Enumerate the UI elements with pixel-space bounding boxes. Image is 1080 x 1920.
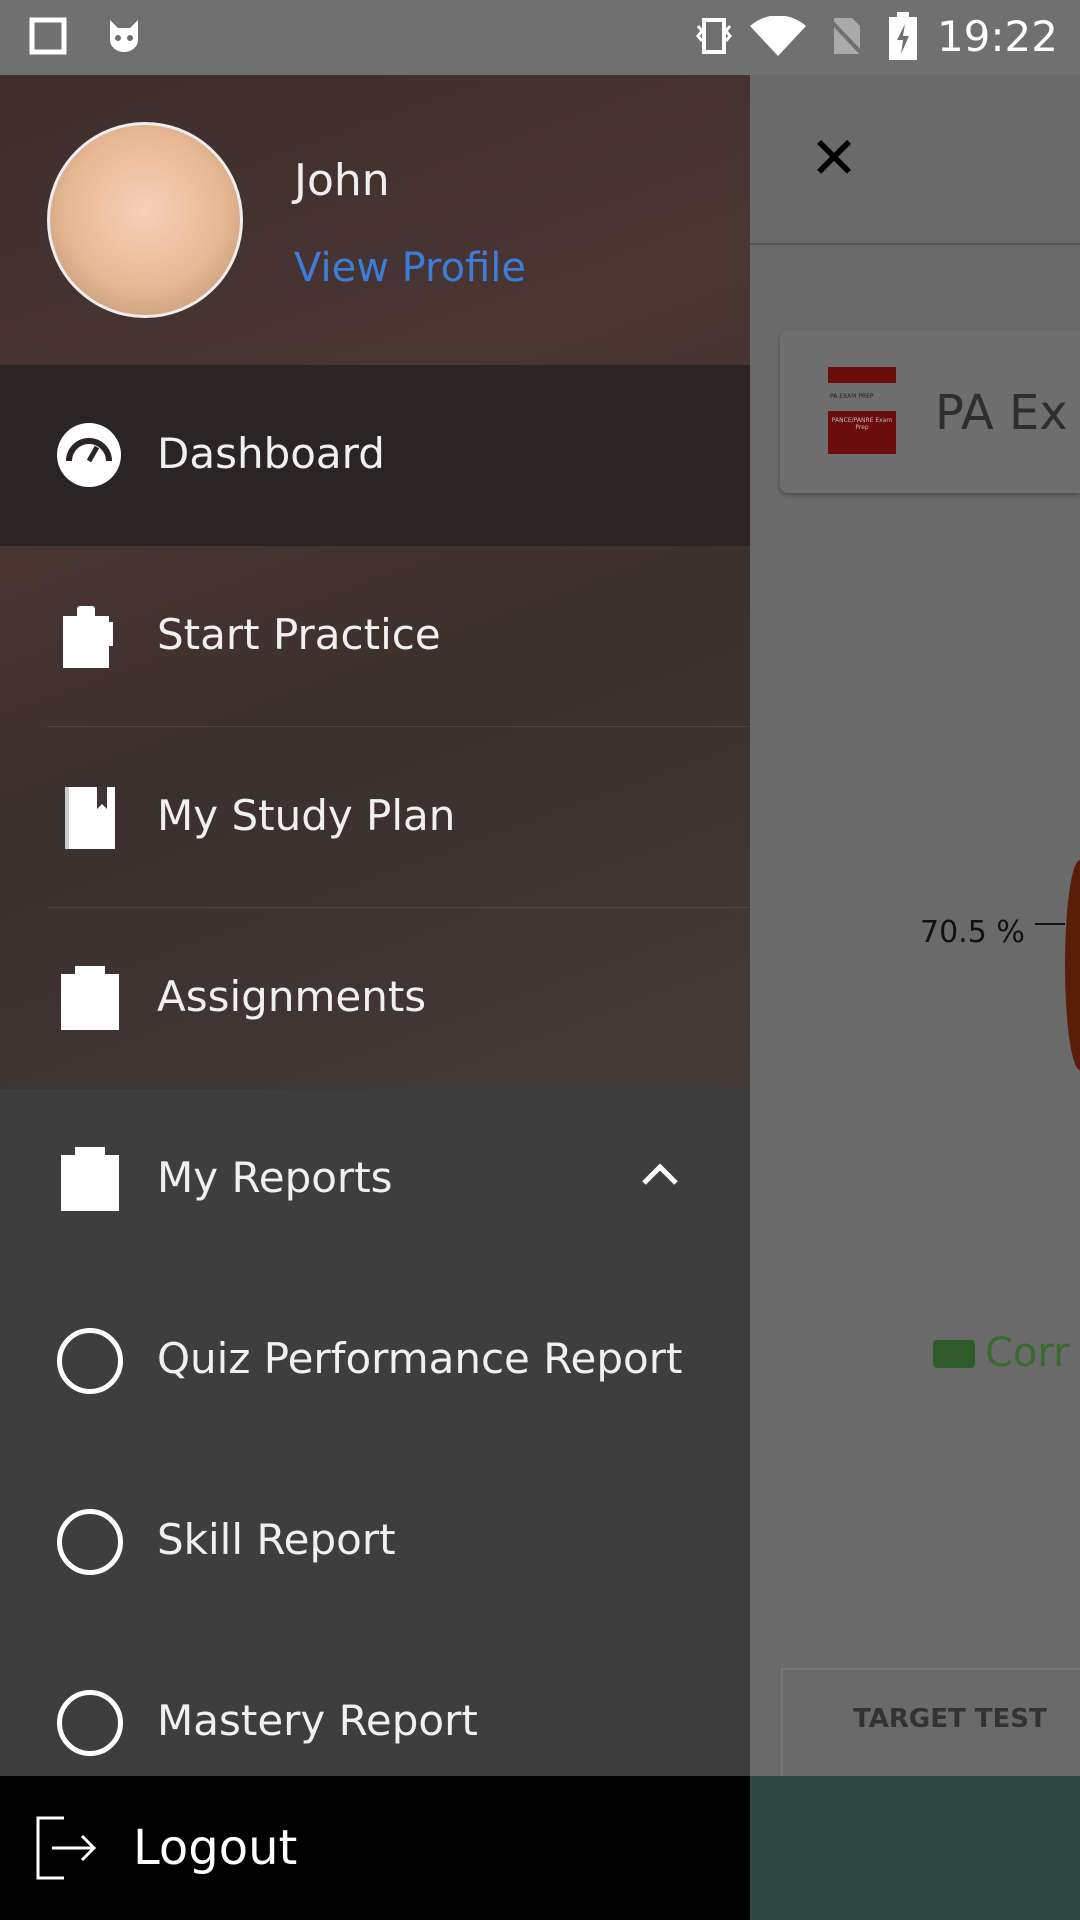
nav-label: Dashboard [157,429,385,478]
nav-label: My Study Plan [157,791,456,840]
nav-label: Assignments [157,972,427,1021]
radio-circle-icon [57,1509,123,1575]
radio-circle-icon [57,1690,123,1756]
nav-item-my-study-plan[interactable]: My Study Plan [0,727,750,908]
square-icon [29,17,67,55]
logo-top-text: PA EXAM PREP [828,383,896,411]
header-divider [750,243,1080,245]
bottom-bar [750,1776,1080,1920]
dashboard-gauge-icon [57,423,121,487]
nav-label: Start Practice [157,610,441,659]
nav-label: Quiz Performance Report [157,1334,683,1383]
status-bar: 19:22 [0,0,1080,75]
nav-item-start-practice[interactable]: Start Practice [0,546,750,727]
user-name: John [294,155,390,206]
nav-subitem-skill-report[interactable]: Skill Report [0,1451,750,1632]
nav-subitem-mastery-report[interactable]: Mastery Report [0,1632,750,1776]
book-icon [65,787,115,849]
vibrate-icon [696,18,732,54]
target-test-label: TARGET TEST [853,1704,1047,1734]
clipboard-icon [61,966,119,1030]
close-icon[interactable]: ✕ [808,129,860,187]
nav-label: My Reports [157,1153,393,1202]
view-profile-link[interactable]: View Profile [294,245,526,291]
pie-slice [1065,860,1080,1070]
radio-circle-icon [57,1328,123,1394]
course-title: PA Ex [935,385,1068,441]
course-logo: PA EXAM PREP PANCE/PANRE Exam Prep [828,367,896,454]
clock: 19:22 [936,12,1058,61]
no-sim-icon [828,18,864,56]
logout-icon [36,1816,97,1880]
nav-item-assignments[interactable]: Assignments [0,908,750,1089]
legend-label: Corr [985,1330,1070,1376]
pie-label: 70.5 % [920,915,1025,950]
chevron-up-icon[interactable] [640,1155,680,1195]
battery-charging-icon [889,12,917,60]
cat-icon [110,20,138,52]
logout-button[interactable]: Logout [0,1776,750,1920]
drawer-header: John View Profile [0,75,750,365]
nav-item-my-reports[interactable]: My Reports [0,1089,750,1270]
legend-swatch [933,1340,975,1368]
nav-label: Skill Report [157,1515,396,1564]
avatar[interactable] [47,122,243,318]
nav-label: Mastery Report [157,1696,478,1745]
navigation-drawer: John View Profile Dashboard Start Practi… [0,75,750,1920]
clipboard-icon [61,1147,119,1211]
nav-item-dashboard[interactable]: Dashboard [0,365,750,546]
logo-bottom-text: PANCE/PANRE Exam Prep [831,417,893,431]
logout-label: Logout [133,1820,298,1876]
pie-leader-line [1035,923,1065,925]
wifi-icon [750,16,806,56]
nav-subitem-quiz-performance-report[interactable]: Quiz Performance Report [0,1270,750,1451]
clipboard-hand-icon [63,606,113,668]
target-test-button[interactable]: TARGET TEST [781,1668,1080,1788]
